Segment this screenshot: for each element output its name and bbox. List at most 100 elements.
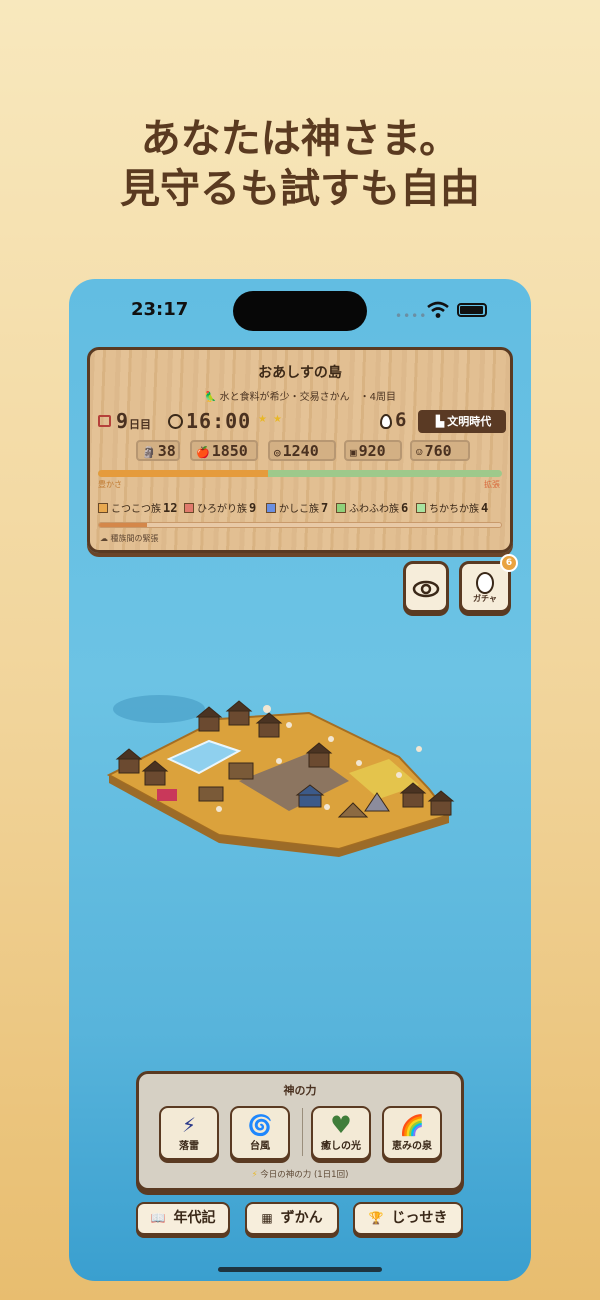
- parrot-icon: 🦜: [203, 392, 217, 403]
- building-icon: ▙: [435, 415, 445, 428]
- resource-value: 920: [358, 442, 386, 460]
- view-toggle-button[interactable]: [403, 561, 449, 613]
- calendar-icon: [98, 415, 111, 427]
- status-time: 23:17: [131, 299, 189, 320]
- encyclopedia-label: ずかん: [280, 1210, 323, 1226]
- dynamic-island: [233, 291, 367, 331]
- people-icon: 🗿: [142, 446, 156, 459]
- resource-row: 🗿 38 🍎 1850 ◎ 1240 ▣ 920 ☺ 760: [90, 440, 510, 464]
- power-label: 台風: [250, 1141, 270, 1152]
- home-indicator[interactable]: [218, 1267, 382, 1272]
- tension-fill: [99, 523, 148, 527]
- achievements-button[interactable]: 🏆 じっせき: [353, 1202, 463, 1235]
- cloud-shadow: [113, 695, 205, 723]
- island-condition: 🦜 水と食料が希少・交易さかん ・4周目: [90, 388, 510, 403]
- book-icon: 📖: [150, 1211, 166, 1225]
- phone-screen: 23:17 •••• おあしすの島 🦜 水と食料が希少・交易さかん ・4周目 9…: [69, 279, 531, 1281]
- resource-value: 1240: [282, 442, 319, 460]
- tension-bar: [98, 522, 502, 528]
- prosperity-bar: [98, 470, 502, 477]
- faith-icon: ☺: [416, 446, 423, 459]
- god-power-panel: 神の力 ⚡ 落雷 🌀 台風 ♥ 癒しの光 🌈 恵みの泉 ⚡ 今日の神の力 (1日…: [136, 1071, 464, 1191]
- time-row: 9 日目 16:00 ★★ 6 ▙ 文明時代: [98, 409, 506, 434]
- island-info-panel: おあしすの島 🦜 水と食料が希少・交易さかん ・4周目 9 日目 16:00 ★…: [87, 347, 513, 553]
- tribe-item: こつこつ族 12: [98, 500, 177, 515]
- tribe-name: ひろがり族: [197, 504, 247, 515]
- gacha-label: ガチャ: [473, 594, 497, 603]
- fire-pit: [157, 789, 177, 801]
- tribe-count: 12: [163, 501, 178, 515]
- power-label: 落雷: [179, 1141, 199, 1152]
- tension-caption: ☁ 種族間の緊張: [100, 533, 159, 544]
- rainbow-icon: 🌈: [399, 1113, 425, 1137]
- tribe-swatch: [98, 503, 108, 513]
- daily-power-note: 今日の神の力 (1日1回): [260, 1170, 349, 1180]
- tribe-name: こつこつ族: [111, 504, 161, 515]
- tribe-item: ひろがり族 9: [184, 500, 256, 515]
- tribe-count: 6: [401, 501, 409, 515]
- chronicle-button[interactable]: 📖 年代記: [136, 1202, 230, 1235]
- prosperity-label: 豊かさ: [98, 480, 122, 489]
- clock-time: 16:00: [186, 409, 252, 433]
- god-power-title: 神の力: [283, 1084, 317, 1097]
- egg-count: 6: [395, 409, 407, 431]
- lightning-icon: ⚡: [251, 1170, 258, 1180]
- tribe-swatch: [336, 503, 346, 513]
- prosperity-fill: [98, 470, 268, 477]
- typhoon-button[interactable]: 🌀 台風: [230, 1106, 290, 1160]
- headline-line-1: あなたは神さま。: [140, 116, 460, 162]
- resource-faith: ☺ 760: [410, 440, 470, 461]
- resource-value: 38: [157, 442, 176, 460]
- star-icons: ★★: [258, 414, 288, 425]
- tribe-list: こつこつ族 12 ひろがり族 9 かしこ族 7 ふわふわ族 6 ちかちか族 4: [98, 500, 504, 516]
- day-number: 9: [116, 409, 129, 433]
- resource-coin: ◎ 1240: [268, 440, 336, 461]
- encyclopedia-button[interactable]: ▦ ずかん: [245, 1202, 339, 1235]
- coin-icon: ◎: [274, 446, 281, 459]
- heart-icon: ♥: [330, 1111, 352, 1139]
- healing-light-button[interactable]: ♥ 癒しの光: [311, 1106, 371, 1160]
- god-power-footer: ⚡ 今日の神の力 (1日1回): [139, 1168, 461, 1180]
- tribe-count: 4: [481, 501, 489, 515]
- trophy-icon: 🏆: [368, 1211, 384, 1225]
- resource-people: 🗿 38: [136, 440, 180, 461]
- era-label: 文明時代: [447, 415, 492, 428]
- tribe-swatch: [416, 503, 426, 513]
- tribe-swatch: [184, 503, 194, 513]
- clock-icon: [168, 414, 183, 429]
- blessing-spring-button[interactable]: 🌈 恵みの泉: [382, 1106, 442, 1160]
- island-map[interactable]: [99, 689, 499, 869]
- egg-icon: [380, 414, 392, 429]
- resource-book: ▣ 920: [344, 440, 402, 461]
- tribe-item: ふわふわ族 6: [336, 500, 408, 515]
- power-label: 恵みの泉: [392, 1141, 432, 1152]
- tribe-swatch: [266, 503, 276, 513]
- tribe-name: ちかちか族: [429, 504, 479, 515]
- resource-food: 🍎 1850: [190, 440, 258, 461]
- tribe-name: ふわふわ族: [349, 504, 399, 515]
- resource-value: 1850: [211, 442, 248, 460]
- cloud-icon: ☁: [100, 534, 108, 543]
- power-divider: [302, 1108, 303, 1156]
- lightning-button[interactable]: ⚡ 落雷: [159, 1106, 219, 1160]
- lightning-icon: ⚡: [181, 1113, 197, 1137]
- gacha-button[interactable]: ガチャ 6: [459, 554, 518, 613]
- grid-icon: ▦: [261, 1211, 273, 1225]
- egg-icon: [476, 572, 494, 594]
- era-badge[interactable]: ▙ 文明時代: [418, 410, 506, 433]
- gacha-count-badge: 6: [500, 554, 518, 572]
- day-label: 日目: [129, 418, 151, 431]
- tribe-count: 9: [249, 501, 257, 515]
- expansion-label: 拡張: [484, 480, 500, 489]
- resource-value: 760: [424, 442, 452, 460]
- chronicle-label: 年代記: [173, 1210, 216, 1226]
- headline-line-2: 見守るも試すも自由: [120, 166, 480, 212]
- tribe-item: ちかちか族 4: [416, 500, 488, 515]
- tribe-count: 7: [321, 501, 329, 515]
- eye-icon: [412, 580, 440, 598]
- apple-icon: 🍎: [196, 446, 210, 459]
- power-label: 癒しの光: [321, 1141, 361, 1152]
- island-name: おあしすの島: [258, 365, 342, 381]
- tribe-name: かしこ族: [279, 504, 319, 515]
- typhoon-icon: 🌀: [247, 1113, 273, 1137]
